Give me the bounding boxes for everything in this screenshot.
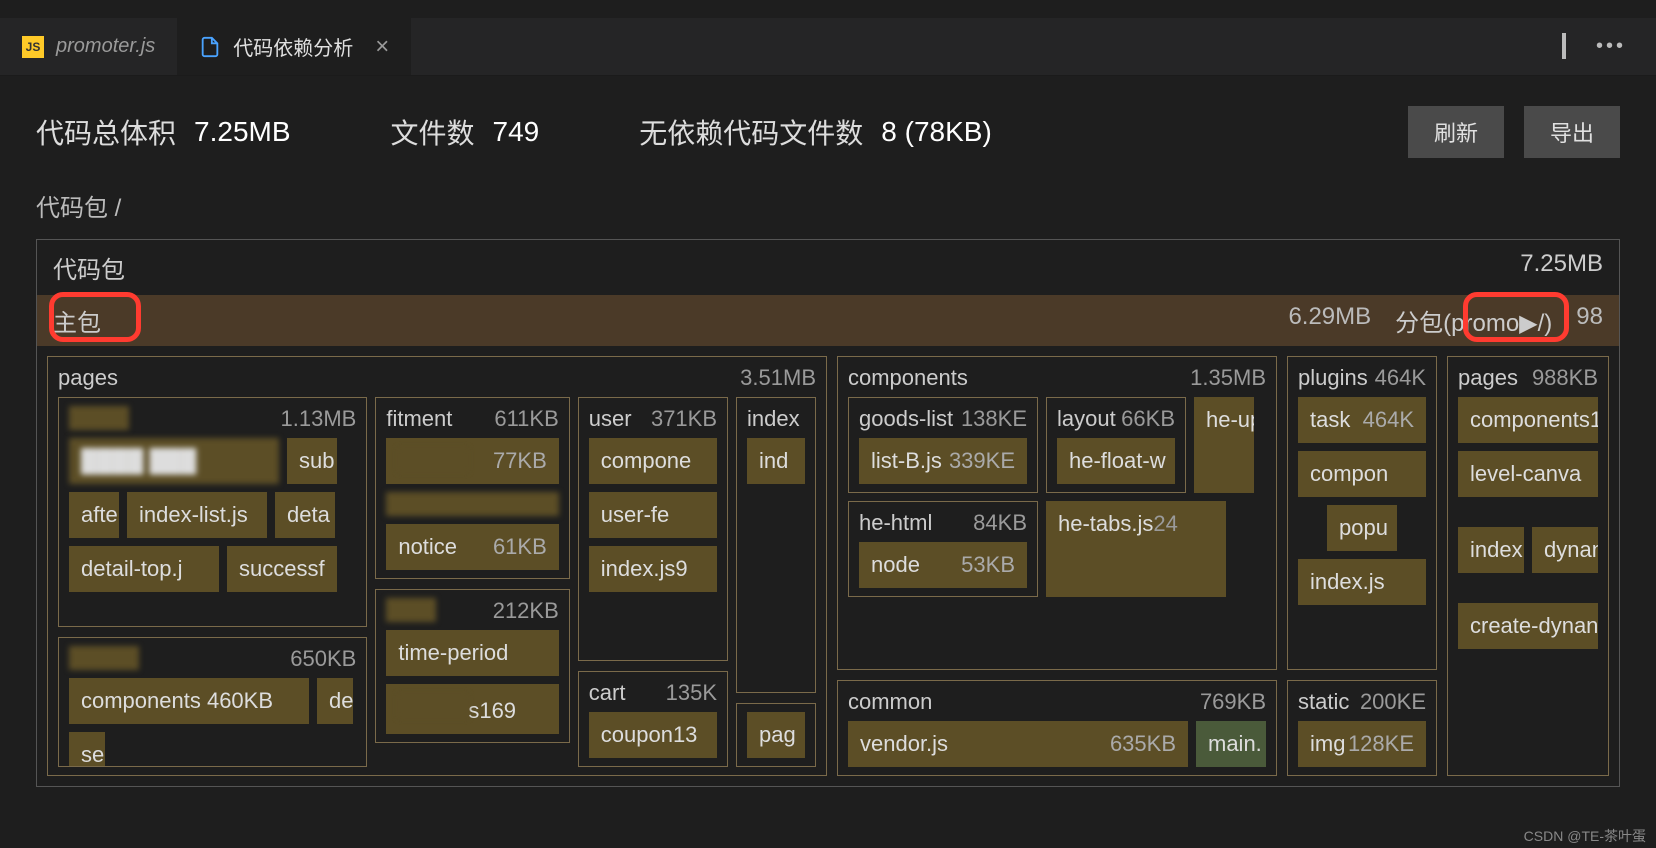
- unused-label: 无依赖代码文件数: [639, 112, 863, 152]
- split-editor-icon[interactable]: [1562, 35, 1566, 58]
- blurred-cell: [386, 492, 558, 516]
- treemap-panel: 代码包 7.25MB 主包 6.29MB 分包(promo▶/) 98 page…: [36, 239, 1620, 787]
- js-file-icon: JS: [22, 36, 44, 58]
- blurred-cell[interactable]: ████ ███: [69, 438, 279, 484]
- block-name[interactable]: fitment: [386, 406, 452, 432]
- block-name[interactable]: user: [589, 406, 632, 432]
- treemap-cell[interactable]: deta: [275, 492, 335, 538]
- tab-code-analysis[interactable]: 代码依赖分析 ×: [177, 18, 411, 75]
- treemap[interactable]: pages 3.51MB 1.13MB ████ ███ sub afte ind…: [37, 346, 1619, 786]
- breadcrumb[interactable]: 代码包 /: [0, 188, 1656, 239]
- treemap-cell[interactable]: sub: [287, 438, 337, 484]
- attribution: CSDN @TE-茶叶蛋: [1524, 826, 1646, 846]
- treemap-cell[interactable]: de: [317, 678, 353, 724]
- panel-title: 代码包: [53, 250, 125, 285]
- treemap-cell[interactable]: afte: [69, 492, 119, 538]
- treemap-cell[interactable]: components 460KB: [69, 678, 309, 724]
- tab-label: 代码依赖分析: [233, 32, 353, 61]
- files-label: 文件数: [391, 112, 475, 152]
- block-name[interactable]: components: [848, 365, 968, 391]
- panel-size: 7.25MB: [1520, 250, 1603, 285]
- block-name[interactable]: common: [848, 689, 932, 715]
- blurred-label: [69, 646, 139, 670]
- treemap-cell[interactable]: detail-top.j: [69, 546, 219, 592]
- tab-label: promoter.js: [56, 35, 155, 58]
- treemap-cell[interactable]: index-list.js: [127, 492, 267, 538]
- top-menu: [0, 0, 1656, 18]
- stats-bar: 代码总体积 7.25MB 文件数 749 无依赖代码文件数 8 (78KB) 刷…: [0, 76, 1656, 188]
- blurred-label: [69, 406, 129, 430]
- export-button[interactable]: 导出: [1524, 106, 1620, 158]
- close-icon[interactable]: ×: [375, 33, 389, 61]
- tab-bar: JS promoter.js 代码依赖分析 × •••: [0, 18, 1656, 76]
- sub-pkg-title[interactable]: 分包(promo▶/): [1395, 303, 1552, 338]
- block-size: 650KB: [290, 646, 356, 672]
- tab-promoter-js[interactable]: JS promoter.js: [0, 18, 177, 75]
- main-pkg-title[interactable]: 主包: [53, 303, 101, 338]
- total-size-label: 代码总体积: [36, 112, 176, 152]
- treemap-cell[interactable]: se: [69, 732, 105, 767]
- treemap-cell[interactable]: successf: [227, 546, 337, 592]
- more-icon[interactable]: •••: [1596, 35, 1626, 58]
- block-name[interactable]: pages: [58, 365, 118, 391]
- refresh-button[interactable]: 刷新: [1408, 106, 1504, 158]
- unused-value[interactable]: 8 (78KB): [881, 116, 992, 148]
- total-size-value: 7.25MB: [194, 116, 291, 148]
- sub-pkg-size: 98: [1576, 303, 1603, 338]
- block-size: 611KB: [494, 406, 558, 432]
- main-pkg-size: 6.29MB: [1288, 303, 1371, 338]
- block-size: 1.13MB: [281, 406, 357, 432]
- files-value: 749: [493, 116, 540, 148]
- block-size: 3.51MB: [740, 365, 816, 391]
- treemap-cell[interactable]: time-period: [386, 630, 558, 676]
- file-icon: [199, 36, 221, 58]
